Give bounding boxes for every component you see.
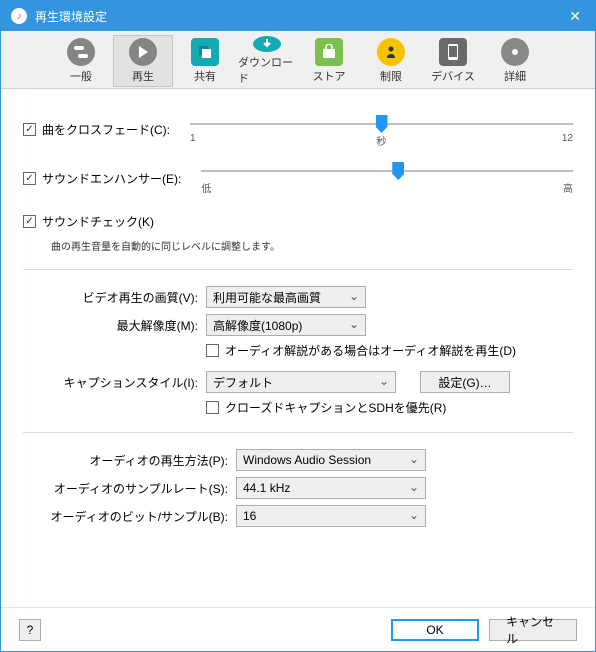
soundcheck-row: ✓ サウンドチェック(K) (23, 213, 573, 230)
video-quality-label: ビデオ再生の画質(V): (23, 289, 198, 306)
crossfade-max-label: 12 (562, 133, 573, 144)
tab-devices[interactable]: デバイス (423, 35, 483, 87)
tab-store[interactable]: ストア (299, 35, 359, 87)
enhancer-slider-wrap: 低 高 (201, 162, 573, 195)
closed-caption-checkbox[interactable] (206, 401, 219, 414)
maxres-label: 最大解像度(M): (23, 317, 198, 334)
caption-style-label: キャプションスタイル(I): (23, 374, 198, 391)
audio-desc-row: オーディオ解説がある場合はオーディオ解説を再生(D) (206, 342, 573, 359)
divider-2 (23, 432, 573, 433)
enhancer-min-label: 低 (201, 180, 211, 195)
audio-method-label: オーディオの再生方法(P): (23, 452, 228, 469)
video-quality-select[interactable]: 利用可能な最高画質 (206, 286, 366, 308)
closed-caption-label: クローズドキャプションとSDHを優先(R) (225, 399, 446, 416)
tab-downloads[interactable]: ダウンロード (237, 35, 297, 87)
enhancer-max-label: 高 (563, 180, 573, 195)
share-icon (191, 38, 219, 66)
enhancer-slider[interactable] (201, 170, 573, 172)
crossfade-mid-label: 秒 (377, 133, 387, 148)
caption-style-select[interactable]: デフォルト (206, 371, 396, 393)
audio-desc-checkbox[interactable] (206, 344, 219, 357)
audio-method-select[interactable]: Windows Audio Session (236, 449, 426, 471)
crossfade-row: ✓ 曲をクロスフェード(C): 1 秒 12 (23, 115, 573, 144)
audio-method-row: オーディオの再生方法(P): Windows Audio Session (23, 449, 573, 471)
app-icon: ♪ (11, 8, 27, 24)
crossfade-min-label: 1 (190, 133, 196, 144)
samplerate-label: オーディオのサンプルレート(S): (23, 480, 228, 497)
store-icon (315, 38, 343, 66)
enhancer-slider-thumb[interactable] (392, 162, 404, 180)
video-quality-row: ビデオ再生の画質(V): 利用可能な最高画質 (23, 286, 573, 308)
help-button[interactable]: ? (19, 619, 41, 641)
gear-icon (501, 38, 529, 66)
toolbar: 一般 再生 共有 ダウンロード ストア (1, 31, 595, 89)
crossfade-slider[interactable] (190, 123, 573, 125)
soundcheck-checkbox[interactable]: ✓ (23, 215, 36, 228)
crossfade-checkbox[interactable]: ✓ (23, 123, 36, 136)
samplerate-select[interactable]: 44.1 kHz (236, 477, 426, 499)
maxres-select[interactable]: 高解像度(1080p) (206, 314, 366, 336)
audio-desc-label: オーディオ解説がある場合はオーディオ解説を再生(D) (225, 342, 516, 359)
tab-sharing-label: 共有 (194, 68, 216, 84)
tab-devices-label: デバイス (431, 68, 475, 84)
bits-select[interactable]: 16 (236, 505, 426, 527)
window-title: 再生環境設定 (35, 8, 565, 25)
device-icon (439, 38, 467, 66)
switches-icon (67, 38, 95, 66)
download-icon (253, 36, 281, 52)
cancel-button[interactable]: キャンセル (489, 619, 577, 641)
crossfade-slider-thumb[interactable] (376, 115, 388, 133)
preferences-window: ♪ 再生環境設定 ✕ 一般 再生 共有 ダウンロード (0, 0, 596, 652)
crossfade-label: 曲をクロスフェード(C): (42, 121, 170, 138)
bits-label: オーディオのビット/サンプル(B): (23, 508, 228, 525)
tab-downloads-label: ダウンロード (238, 54, 296, 86)
tab-general-label: 一般 (70, 68, 92, 84)
content-panel: ✓ 曲をクロスフェード(C): 1 秒 12 ✓ サウンドエンハンサー(E): (1, 89, 595, 607)
tab-general[interactable]: 一般 (51, 35, 111, 87)
caption-style-row: キャプションスタイル(I): デフォルト 設定(G)… (23, 371, 573, 393)
bits-row: オーディオのビット/サンプル(B): 16 (23, 505, 573, 527)
tab-advanced[interactable]: 詳細 (485, 35, 545, 87)
footer: ? OK キャンセル (1, 607, 595, 651)
titlebar: ♪ 再生環境設定 ✕ (1, 1, 595, 31)
tab-playback-label: 再生 (132, 68, 154, 84)
tab-advanced-label: 詳細 (504, 68, 526, 84)
maxres-row: 最大解像度(M): 高解像度(1080p) (23, 314, 573, 336)
samplerate-row: オーディオのサンプルレート(S): 44.1 kHz (23, 477, 573, 499)
tab-restrictions[interactable]: 制限 (361, 35, 421, 87)
restrictions-icon (377, 38, 405, 66)
tab-playback[interactable]: 再生 (113, 35, 173, 87)
caption-settings-button[interactable]: 設定(G)… (420, 371, 510, 393)
closed-caption-row: クローズドキャプションとSDHを優先(R) (206, 399, 573, 416)
enhancer-checkbox[interactable]: ✓ (23, 172, 36, 185)
enhancer-row: ✓ サウンドエンハンサー(E): 低 高 (23, 162, 573, 195)
soundcheck-label: サウンドチェック(K) (42, 213, 154, 230)
close-icon[interactable]: ✕ (565, 8, 585, 25)
enhancer-label: サウンドエンハンサー(E): (42, 170, 181, 187)
play-icon (129, 38, 157, 66)
soundcheck-note: 曲の再生音量を自動的に同じレベルに調整します。 (51, 238, 573, 253)
crossfade-slider-wrap: 1 秒 12 (190, 115, 573, 144)
ok-button[interactable]: OK (391, 619, 479, 641)
divider-1 (23, 269, 573, 270)
tab-store-label: ストア (313, 68, 346, 84)
tab-restrictions-label: 制限 (380, 68, 402, 84)
tab-sharing[interactable]: 共有 (175, 35, 235, 87)
